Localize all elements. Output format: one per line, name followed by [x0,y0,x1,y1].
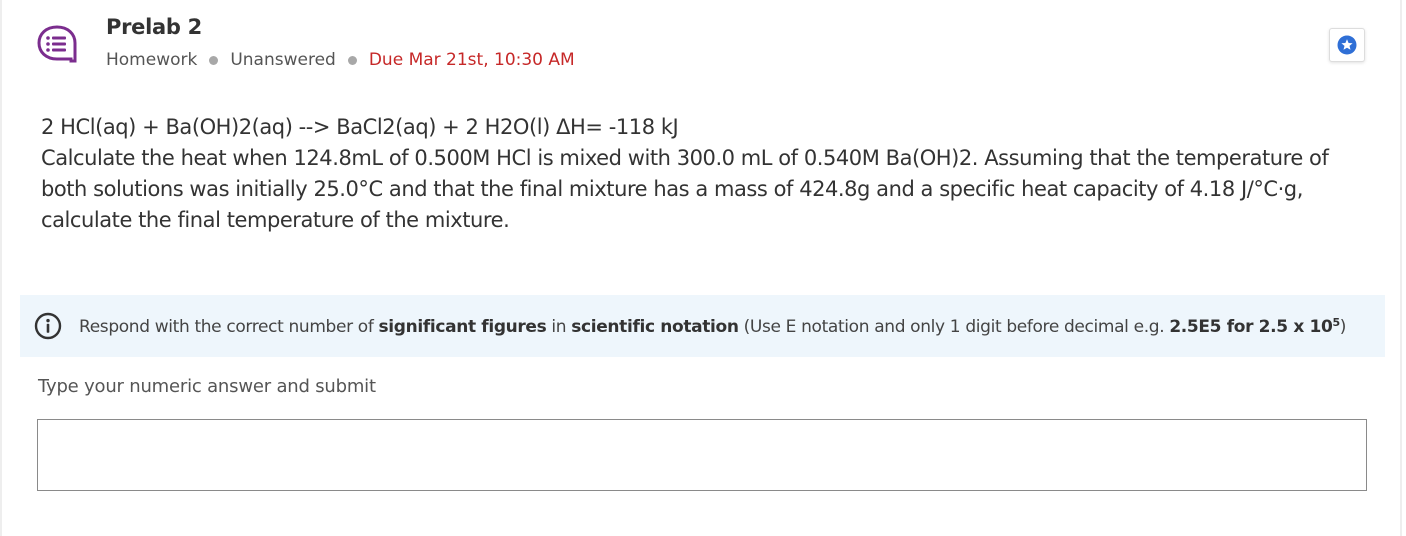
info-text-mid: in [546,316,572,337]
info-text: Respond with the correct number of signi… [79,316,1346,337]
answer-status: Unanswered [230,50,336,70]
assignment-type: Homework [106,50,198,70]
info-example-text: 2.5E5 for 2.5 x 10 [1169,316,1333,337]
question-list-icon [37,25,77,63]
page-title: Prelab 2 [106,15,202,39]
star-icon [1337,35,1357,55]
info-emphasis-sci-notation: scientific notation [571,316,739,337]
separator-dot [347,55,357,65]
question-meta: Homework Unanswered Due Mar 21st, 10:30 … [106,50,575,70]
question-body: 2 HCl(aq) + Ba(OH)2(aq) --> BaCl2(aq) + … [41,112,1371,236]
due-date: Due Mar 21st, 10:30 AM [368,50,575,70]
info-text-suffix: (Use E notation and only 1 digit before … [738,316,1170,337]
info-emphasis-sig-figs: significant figures [378,316,547,337]
info-banner: Respond with the correct number of signi… [20,295,1385,357]
question-text: Calculate the heat when 124.8mL of 0.500… [41,146,1329,232]
info-text-close: ) [1339,316,1347,337]
answer-label: Type your numeric answer and submit [38,376,376,397]
bookmark-button[interactable] [1329,28,1365,62]
info-example: 2.5E5 for 2.5 x 105 [1169,315,1340,337]
numeric-answer-input[interactable] [37,419,1367,491]
info-example-exponent: 5 [1332,315,1340,329]
info-icon [34,312,62,340]
reaction-equation: 2 HCl(aq) + Ba(OH)2(aq) --> BaCl2(aq) + … [41,115,679,139]
info-text-prefix: Respond with the correct number of [79,316,379,337]
separator-dot [209,55,219,65]
